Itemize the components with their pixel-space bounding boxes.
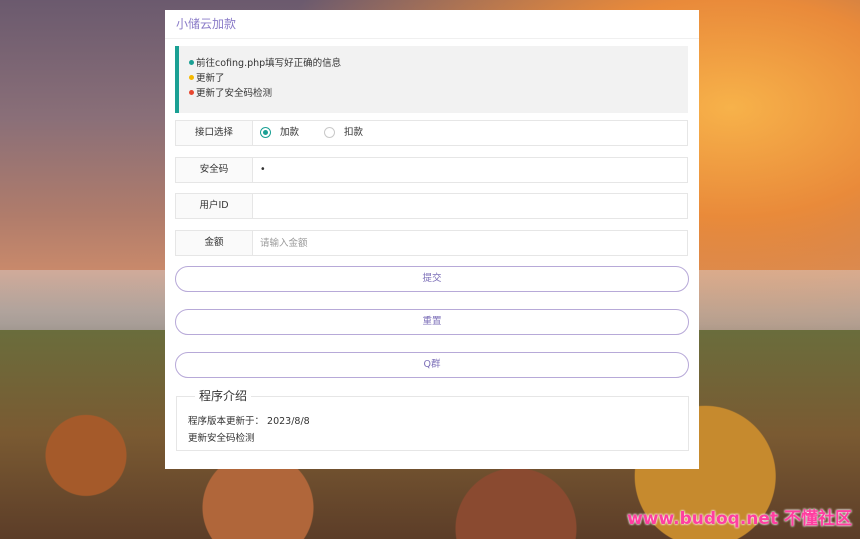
- radio-deduct-funds[interactable]: [324, 127, 335, 138]
- submit-button[interactable]: 提交: [175, 266, 689, 292]
- amount-input[interactable]: [252, 231, 687, 255]
- interface-select-label: 接口选择: [176, 121, 253, 145]
- notice-line-2: 更新了: [189, 71, 688, 86]
- radio-add-funds-label[interactable]: 加款: [280, 121, 299, 145]
- red-dot-icon: [189, 90, 194, 95]
- reset-button[interactable]: 重置: [175, 309, 689, 335]
- intro-update-line: 更新安全码检测: [188, 433, 255, 444]
- security-code-row: 安全码 •: [175, 157, 688, 183]
- security-code-input[interactable]: •: [260, 158, 266, 182]
- qq-group-button[interactable]: Q群: [175, 352, 689, 378]
- security-code-label: 安全码: [176, 158, 253, 182]
- notice-line-3: 更新了安全码检测: [189, 86, 688, 101]
- radio-add-funds[interactable]: [260, 127, 271, 138]
- amount-label: 金额: [176, 231, 253, 255]
- user-id-row: 用户ID: [175, 193, 688, 219]
- user-id-input[interactable]: [252, 194, 687, 218]
- intro-legend: 程序介绍: [195, 387, 252, 404]
- interface-select-row: 接口选择 加款 扣款: [175, 120, 688, 146]
- user-id-label: 用户ID: [176, 194, 253, 218]
- notice-line-1: 前往cofing.php填写好正确的信息: [189, 56, 688, 71]
- yellow-dot-icon: [189, 75, 194, 80]
- notice-box: 前往cofing.php填写好正确的信息 更新了 更新了安全码检测: [175, 46, 688, 113]
- site-watermark: www.budoq.net 不懂社区: [627, 509, 852, 529]
- radio-deduct-funds-label[interactable]: 扣款: [344, 121, 363, 145]
- intro-version-line: 程序版本更新于： 2023/8/8: [188, 416, 310, 427]
- amount-row: 金额: [175, 230, 688, 256]
- panel-title: 小储云加款: [165, 10, 699, 39]
- green-dot-icon: [189, 60, 194, 65]
